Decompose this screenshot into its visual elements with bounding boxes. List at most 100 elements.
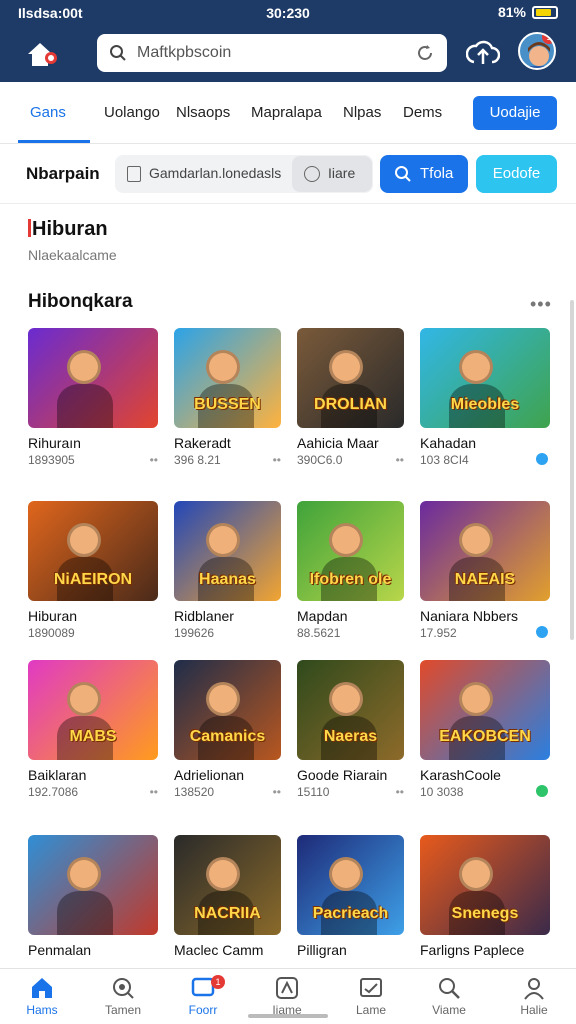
nav-edit[interactable]: Iiame <box>247 975 327 1017</box>
game-thumbnail[interactable]: Snenegs <box>420 835 550 935</box>
tab-games[interactable]: Gans <box>30 104 66 121</box>
game-art-title: NAEAIS <box>454 571 516 588</box>
game-card[interactable]: DROLIAN Aahicia Maar 390C6.0 •• <box>297 328 404 467</box>
game-card[interactable]: NACRIIA Maclec Camm <box>174 835 281 960</box>
game-card[interactable]: Penmalan <box>28 835 158 960</box>
game-card[interactable]: Naeras Goode Riarain 15110 •• <box>297 660 404 799</box>
title-accent <box>28 219 31 237</box>
character-art <box>206 857 241 891</box>
game-meta-value: 396 8.21 <box>174 453 221 467</box>
game-thumbnail[interactable]: EAKOBCEN <box>420 660 550 760</box>
game-card[interactable]: EAKOBCEN KarashCoole 10 3038 <box>420 660 550 799</box>
nav-search[interactable]: Tamen <box>83 975 163 1017</box>
game-thumbnail[interactable]: BUSSEN <box>174 328 281 428</box>
game-meta-value: 138520 <box>174 785 215 799</box>
home-logo-button[interactable] <box>24 38 64 70</box>
game-card[interactable]: Snenegs Farligns Paplece <box>420 835 550 960</box>
image-icon <box>360 978 382 997</box>
game-thumbnail[interactable]: Naeras <box>297 660 404 760</box>
character-art <box>206 682 241 716</box>
search-input[interactable]: Maftkpbscoin <box>137 44 231 62</box>
filter-select[interactable]: Iiare <box>292 156 372 192</box>
game-thumbnail[interactable] <box>28 328 158 428</box>
game-card[interactable]: Camanics Adrielionan 138520 •• <box>174 660 281 799</box>
nav-home[interactable]: Hams <box>2 975 82 1017</box>
game-name: Adrielionan <box>174 767 245 783</box>
game-card[interactable]: BUSSEN Rakeradt 396 8.21 •• <box>174 328 281 467</box>
tabs-action-button[interactable]: Uodajie <box>473 96 557 130</box>
filter-primary-label: Tfola <box>420 165 454 182</box>
game-meta-value: 192.7086 <box>28 785 79 799</box>
game-art-title: BUSSEN <box>194 396 261 413</box>
game-art-title: NACRIIA <box>194 905 261 922</box>
tab-4[interactable]: Mapralapa <box>251 104 322 121</box>
character-art <box>459 682 493 716</box>
game-name: Rakeradt <box>174 435 231 451</box>
game-meta: 88.5621 <box>297 626 404 640</box>
game-thumbnail[interactable]: NiAEIRON <box>28 501 158 601</box>
game-thumbnail[interactable] <box>28 835 158 935</box>
tab-3[interactable]: Nlsaops <box>176 104 230 121</box>
tab-6[interactable]: Dems <box>403 104 442 121</box>
home-indicator <box>248 1014 328 1018</box>
scrollbar[interactable] <box>570 300 574 640</box>
nav-label: Lame <box>355 1003 387 1017</box>
more-dots-icon[interactable]: •• <box>396 785 404 799</box>
character-art <box>329 523 364 557</box>
pen-icon <box>276 977 298 999</box>
character-art <box>459 523 493 557</box>
filter-secondary-button[interactable]: Eodofe <box>476 155 557 193</box>
game-meta-value: 199626 <box>174 626 215 640</box>
filter-search-button[interactable]: Tfola <box>380 155 468 193</box>
magnifier-icon <box>439 978 460 999</box>
game-name: Pilligran <box>297 942 347 958</box>
tab-2[interactable]: Uolango <box>104 104 160 121</box>
game-meta: 1890089 <box>28 626 158 640</box>
more-dots-icon[interactable]: •• <box>150 785 158 799</box>
document-icon <box>127 166 141 182</box>
character-art <box>206 523 241 557</box>
game-thumbnail[interactable]: Pacrieach <box>297 835 404 935</box>
nav-chat[interactable]: 1 Foorr <box>163 975 243 1017</box>
game-thumbnail[interactable]: NACRIIA <box>174 835 281 935</box>
character-art <box>67 857 101 891</box>
game-thumbnail[interactable]: Mieobles <box>420 328 550 428</box>
character-art <box>67 350 101 384</box>
game-thumbnail[interactable]: Ifobren ole <box>297 501 404 601</box>
tab-label: Gans <box>30 104 66 121</box>
nav-explore[interactable]: Viame <box>409 975 489 1017</box>
game-card[interactable]: Mieobles Kahadan 103 8CI4 <box>420 328 550 467</box>
tab-5[interactable]: Nlpas <box>343 104 381 121</box>
game-thumbnail[interactable]: Haanas <box>174 501 281 601</box>
game-card[interactable]: Rihuraın 1893905 •• <box>28 328 158 467</box>
game-card[interactable]: Haanas Ridblaner 199626 <box>174 501 281 640</box>
nav-label: Foorr <box>188 1003 218 1017</box>
game-thumbnail[interactable]: DROLIAN <box>297 328 404 428</box>
game-card[interactable]: Pacrieach Pilligran <box>297 835 404 960</box>
nav-profile[interactable]: Halie <box>494 975 574 1017</box>
avatar[interactable]: 1 <box>518 32 556 70</box>
nav-gallery[interactable]: Lame <box>331 975 411 1017</box>
search-bar[interactable]: Maftkpbscoin <box>97 34 447 72</box>
game-name: Penmalan <box>28 942 92 958</box>
game-meta: 138520 •• <box>174 785 281 799</box>
game-thumbnail[interactable]: NAEAIS <box>420 501 550 601</box>
game-art-title: MABS <box>69 728 117 745</box>
more-options-icon[interactable]: ••• <box>530 294 552 315</box>
game-card[interactable]: MABS Baiklaran 192.7086 •• <box>28 660 158 799</box>
character-art <box>67 682 101 716</box>
more-dots-icon[interactable]: •• <box>150 453 158 467</box>
cloud-upload-icon <box>465 40 501 64</box>
search-icon <box>113 978 134 999</box>
upload-button[interactable] <box>465 36 501 70</box>
more-dots-icon[interactable]: •• <box>396 453 404 467</box>
game-card[interactable]: NAEAIS Naniara Nbbers 17.952 <box>420 501 550 640</box>
game-card[interactable]: NiAEIRON Hiburan 1890089 <box>28 501 158 640</box>
game-name: Maclec Camm <box>174 942 264 958</box>
more-dots-icon[interactable]: •• <box>273 785 281 799</box>
game-card[interactable]: Ifobren ole Mapdan 88.5621 <box>297 501 404 640</box>
game-thumbnail[interactable]: Camanics <box>174 660 281 760</box>
refresh-icon[interactable] <box>415 43 435 63</box>
more-dots-icon[interactable]: •• <box>273 453 281 467</box>
game-thumbnail[interactable]: MABS <box>28 660 158 760</box>
